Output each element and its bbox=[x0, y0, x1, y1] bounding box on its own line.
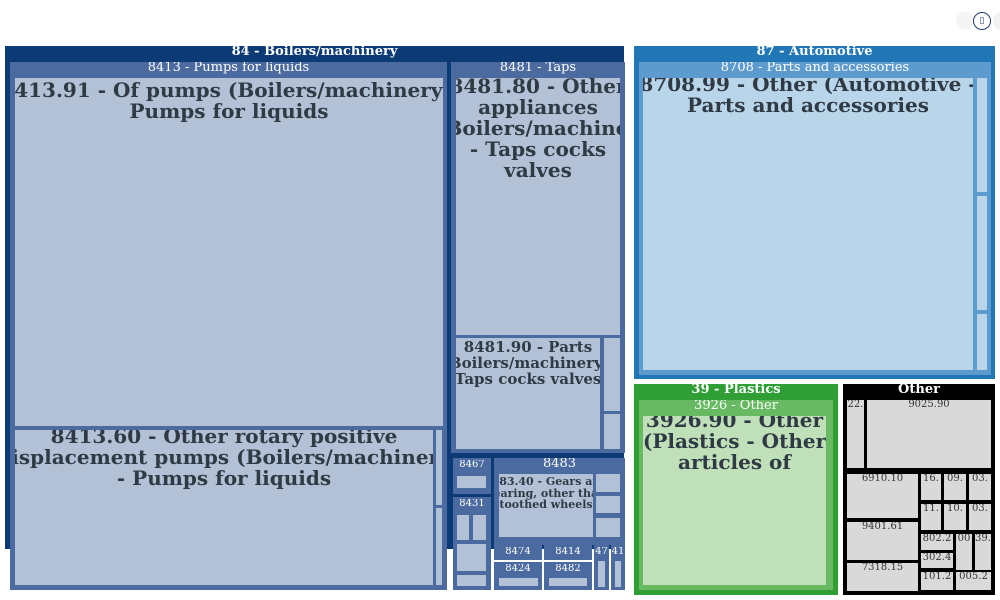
treemap-leaf-8413s2[interactable] bbox=[436, 508, 442, 585]
treemap-leaf-o1[interactable]: 22. bbox=[847, 400, 864, 468]
treemap-leaf-8431s2[interactable] bbox=[473, 515, 486, 540]
leaf-label: 101.2 bbox=[922, 572, 952, 582]
leaf-label: 005.2 bbox=[959, 572, 988, 582]
chart-toolbar: ▯ bbox=[936, 10, 1000, 34]
leaf-label: 8481.80 - Other appliances (Boilers/mach… bbox=[456, 78, 620, 181]
treemap-leaf-848190[interactable]: 8481.90 - Parts (Boilers/machinery - Tap… bbox=[456, 338, 600, 449]
treemap-leaf-8483s1[interactable] bbox=[596, 474, 620, 492]
node-label: 8474 bbox=[505, 547, 531, 557]
leaf-label: 09. bbox=[947, 474, 963, 484]
leaf-label: 9401.61 bbox=[861, 522, 904, 532]
pan-icon[interactable] bbox=[956, 12, 974, 30]
treemap-leaf-o12[interactable]: 00 bbox=[956, 534, 972, 570]
leaf-label: 22. bbox=[847, 400, 864, 410]
leaf-label: 7318.15 bbox=[861, 563, 904, 573]
treemap-leaf-691010[interactable]: 6910.10 bbox=[847, 474, 918, 518]
node-label: 8467 bbox=[459, 460, 485, 470]
treemap-leaf-870899[interactable]: 8708.99 - Other (Automotive - Parts and … bbox=[643, 78, 973, 370]
treemap-leaf-o6[interactable]: 03. bbox=[969, 474, 991, 500]
treemap-leaf-8424s1[interactable] bbox=[499, 578, 538, 586]
treemap-leaf-8708s1[interactable] bbox=[977, 78, 987, 192]
leaf-label: 8708.99 - Other (Automotive - Parts and … bbox=[643, 78, 973, 116]
leaf-label: 8481.90 - Parts (Boilers/machinery - Tap… bbox=[456, 340, 600, 388]
treemap-leaf-8431s4[interactable] bbox=[457, 575, 486, 586]
leaf-label: 03. bbox=[972, 474, 988, 484]
treemap-leaf-o17[interactable]: 005.2 bbox=[956, 572, 991, 590]
treemap-leaf-o8[interactable]: 10. bbox=[944, 504, 966, 530]
treemap-leaf-847xs1[interactable] bbox=[598, 561, 605, 587]
treemap-leaf-8483s3[interactable] bbox=[596, 518, 620, 537]
treemap-leaf-o16[interactable]: 101.2 bbox=[921, 572, 953, 590]
leaf-label: 6910.10 bbox=[861, 474, 904, 484]
treemap-leaf-o14[interactable]: 302.4 bbox=[921, 553, 953, 568]
treemap-node-8474[interactable]: 8474 bbox=[494, 545, 542, 560]
leaf-label: 802.2 bbox=[922, 534, 952, 544]
treemap-leaf-848180[interactable]: 8481.80 - Other appliances (Boilers/mach… bbox=[456, 78, 620, 335]
treemap-leaf-848340[interactable]: 8483.40 - Gears and gearing, other than … bbox=[499, 474, 593, 537]
leaf-label: 00 bbox=[957, 534, 971, 544]
treemap-leaf-8467s1[interactable] bbox=[457, 476, 486, 488]
treemap-leaf-o4[interactable]: 16. bbox=[921, 474, 941, 500]
treemap-leaf-841391[interactable]: 8413.91 - Of pumps (Boilers/machinery - … bbox=[15, 78, 443, 426]
node-label: 41 bbox=[611, 547, 625, 557]
leaf-label: 8413.91 - Of pumps (Boilers/machinery - … bbox=[15, 80, 443, 122]
treemap-leaf-8431s1[interactable] bbox=[457, 515, 469, 540]
leaf-label: 10. bbox=[947, 504, 963, 514]
node-label: 8424 bbox=[505, 564, 531, 574]
node-label: 8482 bbox=[555, 564, 581, 574]
group-label: 87 - Automotive bbox=[756, 46, 873, 59]
treemap-leaf-940161[interactable]: 9401.61 bbox=[847, 522, 918, 560]
treemap-leaf-392690[interactable]: 3926.90 - Other (Plastics - Other articl… bbox=[643, 416, 826, 585]
treemap-leaf-o9[interactable]: 03. bbox=[969, 504, 991, 530]
group-label: Other bbox=[898, 384, 940, 397]
node-label: 8414 bbox=[555, 547, 581, 557]
group-label: 84 - Boilers/machinery bbox=[231, 46, 398, 59]
treemap-node-8414[interactable]: 8414 bbox=[544, 545, 592, 560]
leaf-label: 11. bbox=[923, 504, 939, 514]
node-label: 47 bbox=[595, 547, 608, 557]
treemap-leaf-8483s2[interactable] bbox=[596, 496, 620, 513]
treemap-leaf-8708s2[interactable] bbox=[977, 196, 987, 310]
treemap-leaf-8431s3[interactable] bbox=[457, 544, 486, 571]
node-label: 3926 - Other bbox=[694, 400, 778, 413]
treemap-leaf-731815[interactable]: 7318.15 bbox=[847, 563, 918, 591]
leaf-label: 9025.90 bbox=[908, 400, 950, 410]
treemap-leaf-902590[interactable]: 9025.90 bbox=[867, 400, 991, 468]
treemap-leaf-841360[interactable]: 8413.60 - Other rotary positive displace… bbox=[15, 430, 433, 585]
treemap-leaf-o11[interactable]: 802.2 bbox=[921, 534, 953, 550]
group-label: 39 - Plastics bbox=[691, 384, 781, 397]
treemap-leaf-8481s1[interactable] bbox=[604, 338, 620, 411]
camera-icon[interactable]: ▯ bbox=[973, 12, 991, 30]
treemap-leaf-8413s1[interactable] bbox=[436, 430, 442, 505]
leaf-label: 03. bbox=[972, 504, 988, 514]
treemap-leaf-o5[interactable]: 09. bbox=[944, 474, 966, 500]
leaf-label: 302.4 bbox=[922, 553, 952, 563]
leaf-label: 39. bbox=[975, 534, 991, 544]
leaf-label: 16. bbox=[923, 474, 939, 484]
leaf-label: 3926.90 - Other (Plastics - Other articl… bbox=[643, 416, 826, 473]
node-label: 8481 - Taps bbox=[499, 62, 577, 75]
treemap-leaf-8481s2[interactable] bbox=[604, 414, 620, 449]
treemap-chart: 84 - Boilers/machinery 8413 - Pumps for l… bbox=[0, 0, 1000, 600]
leaf-label: 8413.60 - Other rotary positive displace… bbox=[15, 430, 433, 489]
treemap-leaf-8708s3[interactable] bbox=[977, 314, 987, 370]
node-label: 8431 bbox=[459, 499, 485, 509]
treemap-leaf-o13[interactable]: 39. bbox=[975, 534, 991, 570]
treemap-leaf-8482s1[interactable] bbox=[549, 578, 587, 586]
node-label: 8708 - Parts and accessories bbox=[720, 62, 910, 75]
node-label: 8483 bbox=[542, 458, 577, 471]
treemap-leaf-o7[interactable]: 11. bbox=[921, 504, 941, 530]
zoom-icon[interactable] bbox=[993, 12, 1000, 30]
node-label: 8413 - Pumps for liquids bbox=[147, 62, 310, 75]
leaf-label: 8483.40 - Gears and gearing, other than … bbox=[499, 476, 593, 511]
treemap-leaf-841xs1[interactable] bbox=[615, 561, 621, 587]
